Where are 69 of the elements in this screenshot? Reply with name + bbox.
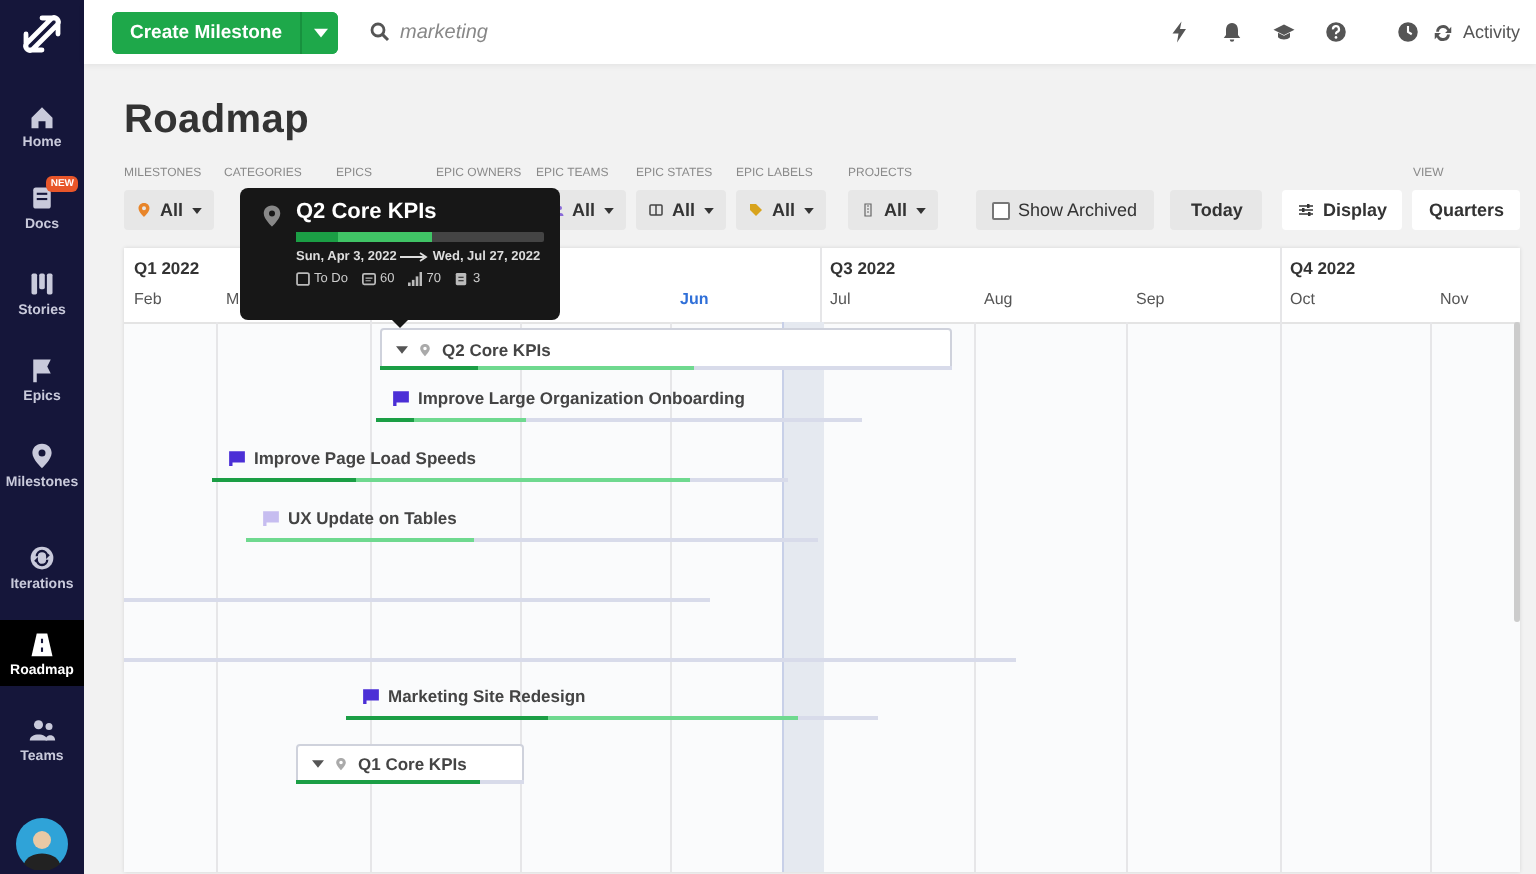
month-label: Jun <box>680 290 709 308</box>
avatar-icon <box>16 818 68 870</box>
document-icon <box>454 272 469 286</box>
epic-name[interactable]: Improve Large Organization Onboarding <box>418 388 745 408</box>
arrow-icon <box>400 252 429 262</box>
building-icon <box>860 202 876 218</box>
search-icon <box>370 22 391 42</box>
caret-icon <box>396 345 408 353</box>
caret-icon <box>703 207 714 213</box>
pin-icon <box>136 202 152 218</box>
caret-icon <box>915 207 926 213</box>
scrollbar[interactable] <box>1514 322 1520 622</box>
sliders-icon <box>1298 202 1315 218</box>
milestone-bar[interactable]: Q1 Core KPIs <box>296 744 524 784</box>
page-title: Roadmap <box>124 98 312 144</box>
dropdown-button[interactable] <box>300 11 339 53</box>
tooltip-title: Q2 Core KPIs <box>296 200 439 224</box>
bars-icon <box>408 272 423 286</box>
square-icon <box>296 272 310 286</box>
epic-name[interactable]: Improve Page Load Speeds <box>254 448 477 468</box>
pin-icon <box>28 442 56 470</box>
logo-icon <box>20 12 64 56</box>
sync-icon <box>1432 21 1455 43</box>
milestone-bar[interactable]: Q2 Core KPIs <box>380 328 952 370</box>
month-label: Oct <box>1290 290 1315 308</box>
milestone-name: Q2 Core KPIs <box>442 339 551 359</box>
clock-icon[interactable] <box>1396 20 1421 44</box>
house-icon <box>28 102 56 130</box>
search-field[interactable]: marketing <box>396 19 805 45</box>
show-archived-checkbox[interactable]: Show Archived <box>976 190 1154 230</box>
month-label: Sep <box>1136 290 1165 308</box>
caret-icon <box>312 760 324 768</box>
graduation-cap-icon[interactable] <box>1272 20 1297 44</box>
today-button[interactable]: Today <box>1170 190 1263 230</box>
quarter-label: Q1 2022 <box>134 258 200 278</box>
card-icon <box>361 272 376 286</box>
month-label: Aug <box>984 290 1013 308</box>
caret-icon <box>803 207 814 213</box>
month-label: M <box>226 290 240 308</box>
caret-icon <box>603 207 614 213</box>
document-icon <box>28 184 56 212</box>
month-label: Jul <box>830 290 851 308</box>
epic-name[interactable]: Marketing Site Redesign <box>388 686 586 706</box>
month-label: Nov <box>1440 290 1469 308</box>
bell-icon[interactable] <box>1220 20 1245 44</box>
pin-icon <box>418 341 432 357</box>
pin-icon <box>260 200 284 232</box>
cycle-icon <box>28 544 56 572</box>
display-button[interactable]: Display <box>1282 190 1403 230</box>
flag-icon <box>28 356 56 384</box>
month-label: Feb <box>134 290 162 308</box>
caret-icon <box>313 27 328 37</box>
filter-dropdown[interactable]: All <box>636 190 726 230</box>
help-icon[interactable] <box>1324 20 1349 44</box>
road-icon <box>28 630 56 658</box>
view-dropdown[interactable]: Quarters <box>1412 190 1520 230</box>
tag-icon <box>748 202 764 218</box>
filter-dropdown[interactable]: All <box>124 190 214 230</box>
activity-button[interactable]: Activity <box>1432 21 1520 43</box>
epic-name[interactable]: UX Update on Tables <box>288 508 457 528</box>
filter-dropdown[interactable]: All <box>848 190 938 230</box>
milestone-name: Q1 Core KPIs <box>358 754 467 774</box>
filter-dropdown[interactable]: All <box>736 190 826 230</box>
quarter-label: Q4 2022 <box>1290 258 1356 278</box>
quarter-label: Q3 2022 <box>830 258 896 278</box>
columns-icon <box>28 270 56 298</box>
pin-icon <box>334 756 348 772</box>
columns-icon <box>648 202 664 218</box>
caret-icon <box>191 207 202 213</box>
